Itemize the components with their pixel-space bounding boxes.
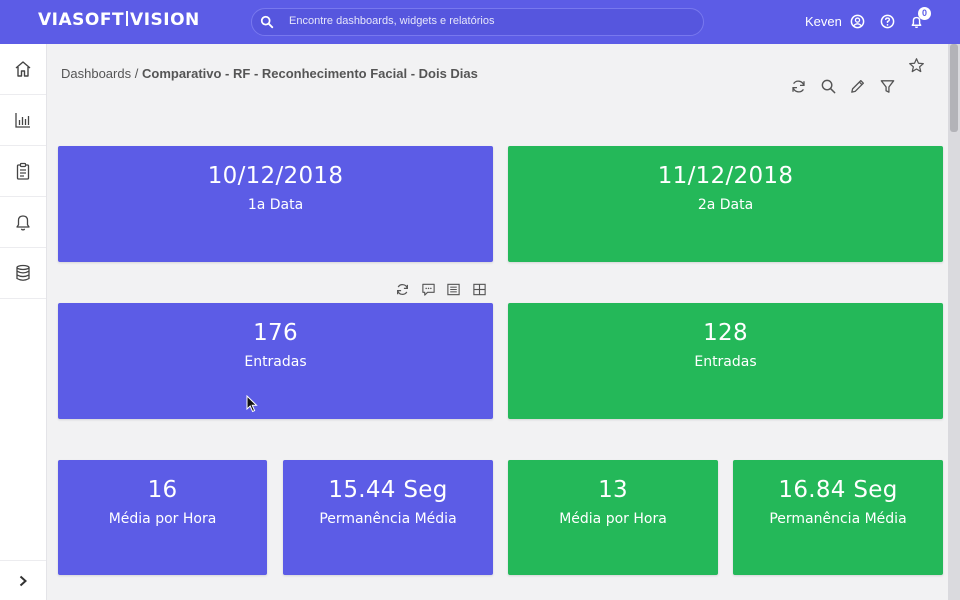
widget-list-icon[interactable] bbox=[446, 282, 461, 297]
home-icon bbox=[15, 61, 31, 77]
date2-value: 11/12/2018 bbox=[657, 163, 794, 189]
search-input[interactable]: Encontre dashboards, widgets e relatório… bbox=[251, 8, 704, 36]
sidebar-item-home[interactable] bbox=[0, 44, 46, 95]
entries1-label: Entradas bbox=[244, 354, 307, 370]
page-title: Comparativo - RF - Reconhecimento Facial… bbox=[141, 66, 478, 81]
sidebar-item-alerts[interactable] bbox=[0, 197, 46, 248]
stay2-value: 16.84 Seg bbox=[778, 477, 898, 503]
entries2-label: Entradas bbox=[694, 354, 757, 370]
date1-label: 1a Data bbox=[247, 197, 304, 213]
logo-text-left: VIASOFT bbox=[38, 10, 125, 30]
avg-hour2-card[interactable]: 13 Média por Hora bbox=[508, 460, 718, 575]
sidebar bbox=[0, 44, 47, 600]
entries1-value: 176 bbox=[253, 320, 298, 346]
scrollbar-thumb[interactable] bbox=[950, 44, 958, 132]
search-icon[interactable] bbox=[820, 78, 837, 95]
clipboard-icon bbox=[16, 162, 30, 180]
sidebar-item-charts[interactable] bbox=[0, 95, 46, 146]
entries2-card[interactable]: 128 Entradas bbox=[508, 303, 943, 419]
breadcrumb: Dashboards / Comparativo - RF - Reconhec… bbox=[61, 63, 491, 85]
stay1-label: Permanência Média bbox=[319, 511, 457, 527]
widget-refresh-icon[interactable] bbox=[395, 282, 410, 297]
chevron-right-icon bbox=[19, 575, 27, 586]
search-placeholder: Encontre dashboards, widgets e relatório… bbox=[289, 15, 495, 27]
avg-hour2-label: Média por Hora bbox=[559, 511, 667, 527]
avg-hour1-label: Média por Hora bbox=[108, 511, 217, 527]
widget-table-icon[interactable] bbox=[472, 282, 487, 297]
edit-icon[interactable] bbox=[849, 78, 866, 95]
stay2-card[interactable]: 16.84 Seg Permanência Média bbox=[733, 460, 943, 575]
breadcrumb-root[interactable]: Dashboards bbox=[61, 66, 131, 81]
stay1-card[interactable]: 15.44 Seg Permanência Média bbox=[283, 460, 493, 575]
help-icon[interactable] bbox=[880, 14, 895, 29]
logo-text-right: VISION bbox=[130, 10, 200, 30]
widget-comment-icon[interactable] bbox=[421, 282, 436, 297]
user-avatar-icon[interactable] bbox=[850, 14, 865, 29]
sidebar-item-reports[interactable] bbox=[0, 146, 46, 197]
app-logo[interactable]: VIASOFT VISION bbox=[38, 10, 200, 30]
mouse-cursor-icon bbox=[246, 395, 258, 413]
top-bar: VIASOFT VISION Encontre dashboards, widge… bbox=[0, 0, 960, 44]
search-icon bbox=[260, 15, 274, 29]
sidebar-expand-button[interactable] bbox=[0, 560, 46, 600]
filter-icon[interactable] bbox=[879, 78, 896, 95]
date1-card[interactable]: 10/12/2018 1a Data bbox=[58, 146, 493, 262]
bell-icon bbox=[16, 215, 30, 231]
stay2-label: Permanência Média bbox=[769, 511, 907, 527]
refresh-icon[interactable] bbox=[790, 78, 807, 95]
date2-card[interactable]: 11/12/2018 2a Data bbox=[508, 146, 943, 262]
chart-icon bbox=[15, 113, 30, 128]
entries1-card[interactable]: 176 Entradas bbox=[58, 303, 493, 419]
entries2-value: 128 bbox=[703, 320, 748, 346]
stay1-value: 15.44 Seg bbox=[328, 477, 448, 503]
date2-label: 2a Data bbox=[697, 197, 754, 213]
avg-hour1-value: 16 bbox=[147, 477, 178, 503]
avg-hour1-card[interactable]: 16 Média por Hora bbox=[58, 460, 267, 575]
user-name[interactable]: Keven bbox=[805, 14, 842, 29]
avg-hour2-value: 13 bbox=[598, 477, 628, 503]
star-icon[interactable] bbox=[908, 57, 925, 74]
database-icon bbox=[16, 264, 30, 281]
notification-badge: 0 bbox=[918, 7, 931, 20]
date1-value: 10/12/2018 bbox=[207, 163, 344, 189]
breadcrumb-separator: / bbox=[134, 66, 139, 81]
sidebar-item-data[interactable] bbox=[0, 248, 46, 299]
